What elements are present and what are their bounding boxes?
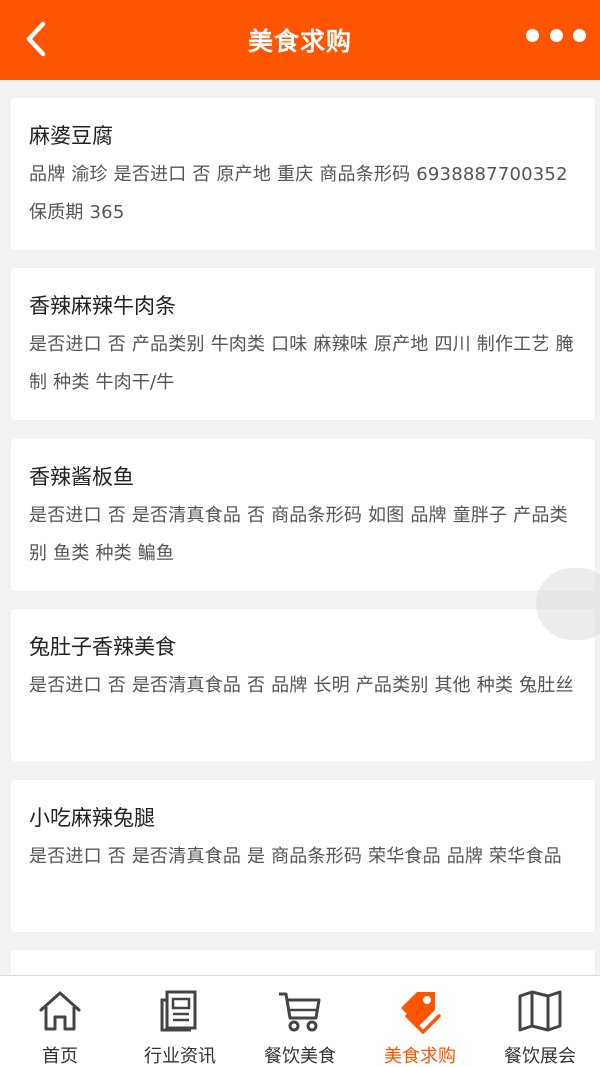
list-item[interactable]: 兔肚子香辣美食 是否进口 否 是否清真食品 否 品牌 长明 产品类别 其他 种类… bbox=[11, 609, 595, 761]
tab-label: 餐饮展会 bbox=[504, 1046, 576, 1067]
tab-news[interactable]: 行业资讯 bbox=[120, 976, 240, 1067]
tab-dining[interactable]: 餐饮美食 bbox=[240, 976, 360, 1067]
page-title: 美食求购 bbox=[247, 27, 352, 56]
list-item[interactable]: 麻婆豆腐 品牌 渝珍 是否进口 否 原产地 重庆 商品条形码 693888770… bbox=[11, 98, 595, 250]
item-name: 小吃麻辣兔腿 bbox=[29, 806, 155, 830]
item-name: 麻婆豆腐 bbox=[29, 124, 113, 148]
more-menu-button[interactable] bbox=[526, 24, 586, 46]
item-desc: 是否进口 否 是否清真食品 否 商品条形码 如图 品牌 童胖子 产品类别 鱼类 … bbox=[29, 505, 568, 564]
tab-food-purchase[interactable]: 美食求购 bbox=[360, 976, 480, 1067]
map-icon bbox=[518, 990, 562, 1032]
tab-exhibition[interactable]: 餐饮展会 bbox=[480, 976, 600, 1067]
list-item[interactable]: 香辣酱板鱼 是否进口 否 是否清真食品 否 商品条形码 如图 品牌 童胖子 产品… bbox=[11, 439, 595, 591]
back-arrow-icon bbox=[26, 21, 46, 57]
more-dot-icon bbox=[573, 28, 586, 42]
item-desc: 是否进口 否 产品类别 牛肉类 口味 麻辣味 原产地 四川 制作工艺 腌制 种类… bbox=[29, 334, 574, 393]
item-name: 香辣麻辣牛肉条 bbox=[29, 294, 176, 318]
tab-label: 行业资讯 bbox=[144, 1046, 216, 1067]
item-desc: 是否进口 否 是否清真食品 否 品牌 长明 产品类别 其他 种类 兔肚丝 bbox=[29, 675, 574, 696]
news-icon bbox=[160, 990, 197, 1032]
item-name: 香辣酱板鱼 bbox=[29, 465, 134, 489]
item-desc: 是否进口 否 是否清真食品 是 商品条形码 荣华食品 品牌 荣华食品 bbox=[29, 846, 562, 867]
item-name: 兔肚子香辣美食 bbox=[29, 635, 176, 659]
list-item[interactable]: 小吃麻辣兔腿 是否进口 否 是否清真食品 是 商品条形码 荣华食品 品牌 荣华食… bbox=[11, 780, 595, 932]
more-dot-icon bbox=[549, 28, 563, 42]
cart-icon bbox=[279, 992, 321, 1032]
home-icon bbox=[39, 991, 81, 1031]
tag-icon bbox=[401, 992, 441, 1034]
floating-scroll-button[interactable] bbox=[536, 568, 600, 640]
more-dot-icon bbox=[526, 28, 539, 42]
app-header: 美食求购 bbox=[0, 0, 600, 80]
item-desc: 品牌 渝珍 是否进口 否 原产地 重庆 商品条形码 6938887700352 … bbox=[29, 164, 568, 223]
list-item[interactable]: 香辣麻辣牛肉条 是否进口 否 产品类别 牛肉类 口味 麻辣味 原产地 四川 制作… bbox=[11, 268, 595, 420]
list-item[interactable] bbox=[11, 950, 595, 975]
product-list: 麻婆豆腐 品牌 渝珍 是否进口 否 原产地 重庆 商品条形码 693888770… bbox=[0, 80, 600, 975]
bottom-tab-bar: 首页 行业资讯 餐饮美食 美食求购 餐饮展会 bbox=[0, 975, 600, 1067]
tab-label: 首页 bbox=[42, 1046, 78, 1067]
tab-home[interactable]: 首页 bbox=[0, 976, 120, 1067]
back-button[interactable] bbox=[16, 14, 56, 64]
tab-label: 美食求购 bbox=[384, 1046, 456, 1067]
tab-label: 餐饮美食 bbox=[264, 1046, 336, 1067]
